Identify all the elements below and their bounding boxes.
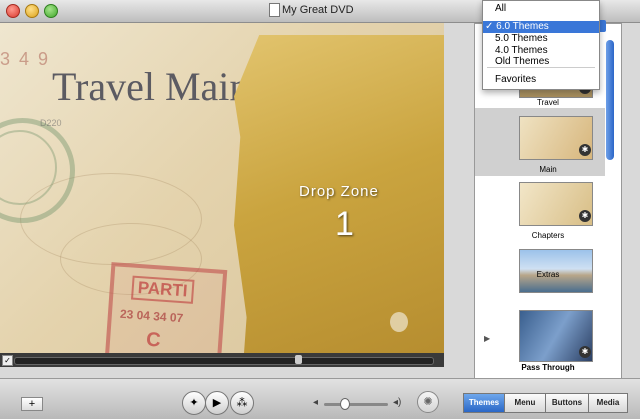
close-window-button[interactable] — [6, 4, 20, 18]
parti-stamp: PARTI 23 04 34 07 C — [104, 262, 228, 353]
timeline-checkbox[interactable]: ✓ — [2, 355, 13, 366]
stamp-code: D220 — [40, 118, 62, 128]
apple-logo-icon — [390, 312, 408, 332]
theme-label-main: Main — [539, 165, 557, 174]
volume-low-icon: ◂ — [313, 397, 319, 408]
menu-item-all[interactable]: All — [483, 3, 599, 15]
timeline-track[interactable] — [14, 357, 434, 365]
add-button[interactable]: + — [21, 397, 43, 411]
map-view-icon[interactable]: ⁂ — [230, 391, 254, 415]
volume-slider[interactable] — [324, 403, 388, 406]
tab-themes[interactable]: Themes — [463, 393, 505, 413]
drop-zone-label: Drop Zone — [299, 183, 379, 200]
parti-stamp-letter: C — [145, 328, 162, 352]
volume-high-icon: ◂) — [393, 397, 402, 408]
menu-item-favorites[interactable]: Favorites — [483, 74, 599, 86]
theme-label-pass-through: Pass Through — [521, 363, 575, 372]
menu-item-6-0-themes[interactable]: ✓ 6.0 Themes — [483, 21, 599, 33]
tab-media[interactable]: Media — [588, 393, 628, 413]
zoom-window-button[interactable] — [44, 4, 58, 18]
tab-buttons[interactable]: Buttons — [545, 393, 589, 413]
minimize-window-button[interactable] — [25, 4, 39, 18]
motion-badge-icon: ✱ — [579, 346, 591, 358]
motion-toggle-icon[interactable]: ✦ — [182, 391, 206, 415]
themes-scrollbar[interactable] — [606, 40, 614, 160]
tab-menu[interactable]: Menu — [504, 393, 546, 413]
motion-badge-icon: ✱ — [579, 210, 591, 222]
window-title: My Great DVD — [282, 4, 354, 16]
stamp-numbers: 3 4 9 — [0, 49, 51, 69]
volume-slider-knob[interactable] — [340, 398, 350, 410]
bottom-toolbar: + ✦ ▶ ⁂ ◂ ◂) ✺ Themes Menu Buttons Media — [0, 378, 640, 419]
disclosure-arrow-icon[interactable]: ▶ — [484, 334, 490, 343]
menu-item-5-0-themes[interactable]: 5.0 Themes — [483, 33, 599, 45]
play-button[interactable]: ▶ — [205, 391, 229, 415]
menu-title-text[interactable]: Travel Main — [52, 63, 249, 110]
parti-stamp-date: 23 04 34 07 — [119, 306, 184, 326]
timeline-playhead[interactable] — [295, 355, 302, 364]
document-icon — [269, 3, 280, 17]
theme-label-travel: Travel — [537, 98, 559, 107]
theme-label-chapters: Chapters — [531, 231, 565, 240]
burn-icon[interactable]: ✺ — [417, 391, 439, 413]
drop-zone-number: 1 — [335, 205, 354, 243]
motion-badge-icon: ✱ — [579, 144, 591, 156]
parti-stamp-label: PARTI — [130, 275, 195, 304]
theme-label-extras: Extras — [536, 270, 560, 279]
menu-separator — [487, 67, 595, 68]
motion-timeline: ✓ — [0, 353, 444, 367]
theme-filter-menu: All ✓ 6.0 Themes 5.0 Themes 4.0 Themes O… — [482, 0, 600, 90]
